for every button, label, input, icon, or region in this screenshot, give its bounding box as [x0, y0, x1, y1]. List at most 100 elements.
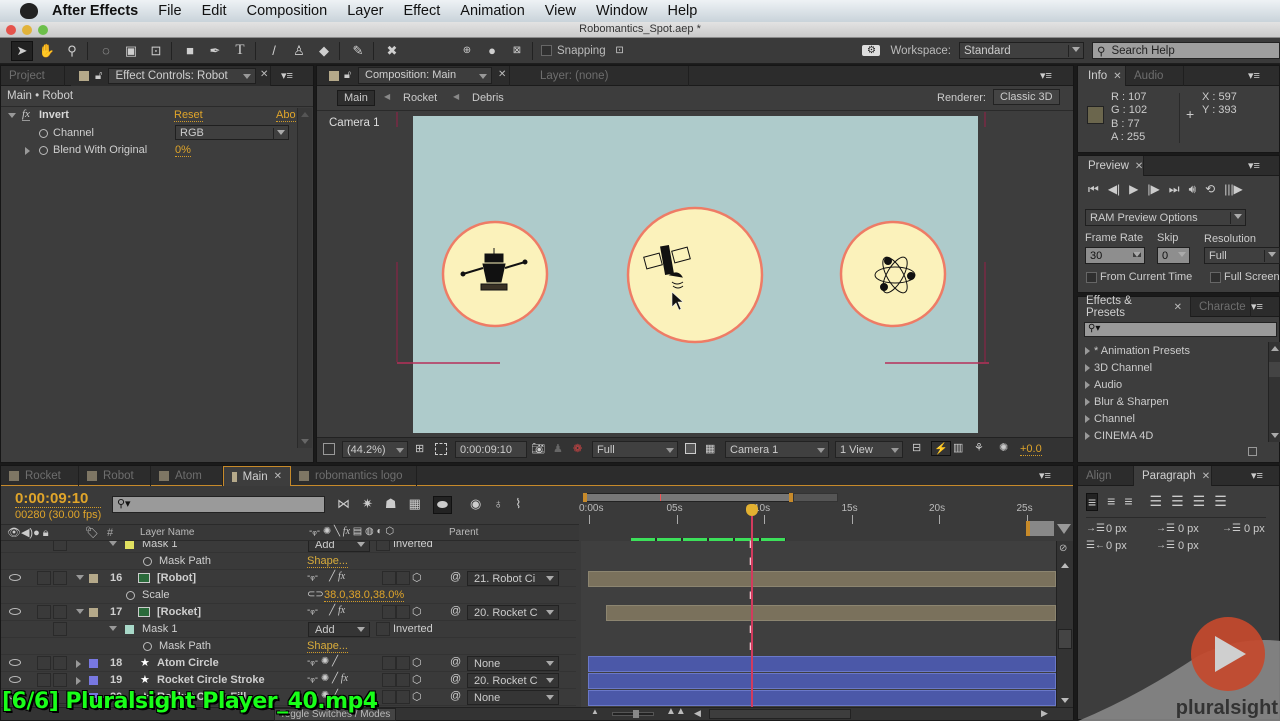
lock-switch[interactable] [53, 622, 67, 636]
pickwhip-icon[interactable]: @ [450, 673, 461, 685]
roto-brush-tool-icon[interactable]: ✎ [347, 41, 369, 61]
column-parent[interactable]: Parent [449, 527, 478, 538]
layer-duration-bar[interactable] [588, 690, 1056, 706]
visibility-eye-icon[interactable] [9, 574, 21, 581]
auto-keyframe-icon[interactable]: ♁ [493, 496, 503, 514]
layer-switches[interactable]: -ᵩ- ✺ ╱ fx [307, 673, 348, 684]
puppet-pin-tool-icon[interactable]: ✖ [381, 41, 403, 61]
first-line-indent-value[interactable]: 0 px [1244, 523, 1265, 535]
tab-info[interactable]: Info ✕ [1078, 66, 1126, 86]
layer-name[interactable]: Rocket Circle Stroke [157, 674, 265, 686]
mute-audio-icon[interactable]: 🔊︎ [1189, 182, 1197, 197]
visibility-eye-icon[interactable] [9, 608, 21, 615]
frame-rate-dropdown[interactable]: 30 [1085, 247, 1145, 264]
timeline-row[interactable]: Mask 1 Add Inverted [1, 621, 576, 638]
justify-last-left-icon[interactable]: ☰ [1150, 493, 1163, 511]
expand-icon[interactable] [109, 541, 117, 546]
mask-name[interactable]: Mask 1 [142, 541, 177, 550]
label-color-swatch[interactable] [89, 608, 98, 617]
previous-frame-icon[interactable]: ◀| [1108, 182, 1120, 197]
switch-box[interactable] [396, 605, 410, 619]
time-navigator-end[interactable] [1026, 521, 1054, 536]
menu-file[interactable]: File [158, 3, 181, 19]
stopwatch-icon[interactable] [126, 591, 135, 600]
scroll-up-icon[interactable] [1061, 563, 1069, 568]
mask-mode-dropdown[interactable]: Add [308, 541, 370, 552]
tab-main[interactable]: Main ✕ [223, 466, 291, 486]
close-tab-icon[interactable]: ✕ [1202, 471, 1210, 482]
workspace-dropdown[interactable]: Standard [959, 42, 1084, 59]
scroll-up-icon[interactable] [301, 112, 309, 117]
menu-window[interactable]: Window [596, 3, 648, 19]
zoom-slider[interactable] [612, 710, 654, 718]
timeline-search-input[interactable]: ⚲▾ [112, 496, 325, 513]
switch-box[interactable] [382, 605, 396, 619]
stopwatch-icon[interactable] [143, 642, 152, 651]
world-axis-icon[interactable]: ● [481, 41, 503, 61]
pen-tool-icon[interactable]: ✒ [204, 41, 226, 61]
effects-list-item[interactable]: Channel [1078, 410, 1266, 427]
expand-icon[interactable] [76, 660, 81, 668]
mask-mode-dropdown[interactable]: Add [308, 622, 370, 637]
graph-editor-icon[interactable]: ⌇ [515, 496, 521, 514]
flowchart-icon[interactable]: ⚘ [974, 441, 984, 454]
expand-icon[interactable] [1085, 397, 1090, 406]
current-time-field[interactable]: 0:00:09:10 [455, 441, 527, 458]
comp-mini-flowchart-icon[interactable]: ⋈ [337, 496, 350, 514]
3d-layer-icon[interactable]: ⬡ [412, 571, 422, 584]
loop-icon[interactable]: ⟲ [1205, 182, 1215, 197]
effects-scrollbar[interactable] [1268, 342, 1280, 442]
justify-last-center-icon[interactable]: ☰ [1171, 493, 1184, 511]
timeline-row[interactable]: 17 [Rocket] -ᵩ- ╱ fx ⬡ @20. Rocket C [1, 604, 576, 621]
timeline-vertical-scrollbar[interactable]: ⊘ [1056, 541, 1073, 707]
layer-name[interactable]: [Rocket] [157, 606, 201, 618]
expand-icon[interactable] [1085, 414, 1090, 423]
local-axis-icon[interactable]: ⊕ [456, 41, 478, 61]
tab-character[interactable]: Characte [1191, 297, 1251, 317]
brainstorm-icon[interactable]: ◉ [470, 496, 481, 514]
layer-switches[interactable]: -ᵩ- ╱ fx [307, 605, 345, 616]
indent-right-value[interactable]: 0 px [1106, 540, 1127, 552]
panel-menu-icon[interactable]: ▾≡ [1251, 300, 1263, 313]
tab-align[interactable]: Align [1078, 466, 1134, 486]
tab-project[interactable]: Project [1, 66, 65, 86]
solo-switch[interactable] [37, 605, 51, 619]
solo-switch[interactable] [37, 571, 51, 585]
3d-layer-icon[interactable]: ⬡ [412, 690, 422, 703]
menu-help[interactable]: Help [668, 3, 698, 19]
expand-icon[interactable] [76, 609, 84, 614]
playhead[interactable] [746, 504, 758, 709]
close-tab-icon[interactable]: ✕ [274, 471, 282, 482]
atom-circle[interactable] [839, 220, 947, 328]
zoom-view-icon[interactable]: ⊘ [1059, 543, 1067, 554]
layer-duration-bar[interactable] [588, 571, 1056, 587]
pan-behind-tool-icon[interactable]: ⊡ [145, 41, 167, 61]
menu-edit[interactable]: Edit [202, 3, 227, 19]
eraser-tool-icon[interactable]: ◆ [313, 41, 335, 61]
switch-box[interactable] [382, 690, 396, 704]
expand-icon[interactable] [1085, 431, 1090, 440]
mask-visibility-icon[interactable] [435, 443, 447, 455]
search-help-input[interactable]: ⚲ Search Help [1092, 42, 1280, 59]
full-screen-checkbox[interactable] [1210, 272, 1221, 283]
menu-composition[interactable]: Composition [247, 3, 328, 19]
property-value[interactable]: Shape... [307, 640, 348, 653]
timeline-row[interactable]: Mask 1 Add Inverted [1, 541, 576, 553]
tab-effects-presets[interactable]: Effects & Presets ✕ [1078, 295, 1191, 319]
expand-icon[interactable] [8, 113, 16, 118]
tab-layer[interactable]: Layer: (none) [509, 66, 689, 86]
justify-last-right-icon[interactable]: ☰ [1193, 493, 1206, 511]
property-value[interactable]: 38.0,38.0,38.0% [324, 589, 405, 602]
rectangle-tool-icon[interactable]: ■ [179, 41, 201, 61]
label-color-swatch[interactable] [89, 676, 98, 685]
mask-color-swatch[interactable] [125, 625, 134, 634]
snapping-options-icon[interactable]: ⊡ [609, 41, 631, 61]
ram-preview-icon[interactable]: |||▶ [1224, 182, 1243, 197]
effects-list-item[interactable]: Audio [1078, 376, 1266, 393]
menu-view[interactable]: View [545, 3, 576, 19]
resolution-dropdown[interactable]: Full [592, 441, 678, 458]
scroll-thumb[interactable] [1058, 629, 1072, 649]
stopwatch-icon[interactable] [39, 129, 48, 138]
show-snapshot-icon[interactable]: ♟ [553, 442, 563, 455]
pickwhip-icon[interactable]: @ [450, 656, 461, 668]
